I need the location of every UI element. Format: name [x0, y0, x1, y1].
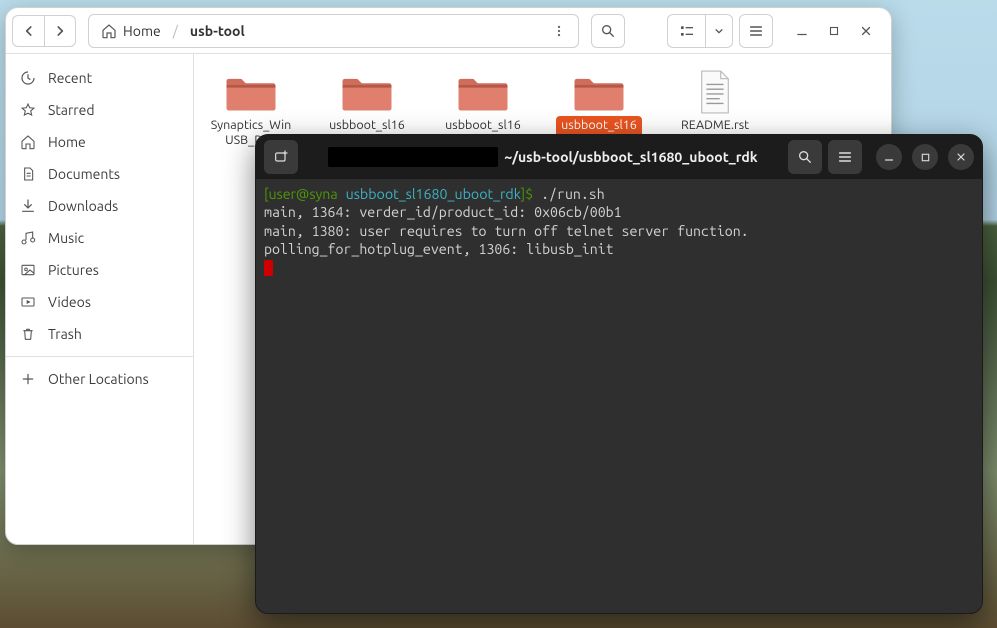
close-icon	[859, 24, 873, 38]
search-button[interactable]	[591, 14, 625, 48]
sidebar-item-label: Music	[48, 230, 84, 246]
folder-icon	[447, 70, 519, 114]
minimize-icon	[795, 24, 809, 38]
chevron-down-icon	[714, 26, 724, 36]
close-icon	[955, 151, 967, 163]
sidebar-item-music[interactable]: Music	[6, 222, 193, 254]
starred-icon	[20, 102, 36, 118]
sidebar: Recent Starred Home Documents Downloads Music…	[6, 54, 194, 544]
sidebar-item-starred[interactable]: Starred	[6, 94, 193, 126]
breadcrumb-current-label: usb-tool	[190, 23, 245, 39]
item-label: README.rst	[672, 116, 758, 135]
sidebar-item-videos[interactable]: Videos	[6, 286, 193, 318]
path-menu-button[interactable]	[546, 18, 572, 44]
minimize-button[interactable]	[793, 22, 811, 40]
sidebar-item-label: Videos	[48, 294, 91, 310]
breadcrumb-home[interactable]: Home	[91, 19, 171, 43]
chevron-left-icon	[22, 24, 36, 38]
terminal-maximize-button[interactable]	[912, 144, 938, 170]
breadcrumb-current[interactable]: usb-tool	[180, 19, 255, 43]
nav-group	[12, 15, 76, 47]
list-icon	[679, 23, 695, 39]
folder-icon	[563, 70, 635, 114]
folder-icon	[331, 70, 403, 114]
path-bar[interactable]: Home / usb-tool	[88, 14, 579, 48]
other-icon	[20, 371, 36, 387]
documents-icon	[20, 166, 36, 182]
sidebar-separator	[6, 356, 193, 357]
sidebar-item-other[interactable]: Other Locations	[6, 363, 193, 395]
home-icon	[20, 134, 36, 150]
sidebar-item-downloads[interactable]: Downloads	[6, 190, 193, 222]
hamburger-menu-button[interactable]	[739, 14, 773, 48]
sidebar-item-label: Starred	[48, 102, 95, 118]
downloads-icon	[20, 198, 36, 214]
terminal-title: ~/usb-tool/usbboot_sl1680_uboot_rdk	[304, 147, 782, 167]
new-tab-icon	[273, 149, 289, 165]
maximize-icon	[920, 152, 931, 163]
new-tab-button[interactable]	[264, 140, 298, 174]
terminal-title-path: ~/usb-tool/usbboot_sl1680_uboot_rdk	[504, 149, 757, 165]
maximize-icon	[828, 25, 840, 37]
window-controls	[793, 22, 875, 40]
terminal-title-redacted	[328, 147, 498, 167]
sidebar-item-label: Trash	[48, 326, 82, 342]
sidebar-item-documents[interactable]: Documents	[6, 158, 193, 190]
sidebar-item-recent[interactable]: Recent	[6, 62, 193, 94]
terminal-close-button[interactable]	[948, 144, 974, 170]
terminal-window-controls	[876, 144, 974, 170]
close-button[interactable]	[857, 22, 875, 40]
search-icon	[600, 23, 616, 39]
terminal-body[interactable]: [user@syna usbboot_sl1680_uboot_rdk]$ ./…	[256, 179, 982, 613]
sidebar-item-pictures[interactable]: Pictures	[6, 254, 193, 286]
view-dropdown-button[interactable]	[705, 14, 733, 48]
home-icon	[101, 23, 117, 39]
hamburger-icon	[837, 149, 853, 165]
sidebar-item-label: Downloads	[48, 198, 118, 214]
sidebar-item-label: Home	[48, 134, 86, 150]
sidebar-item-label: Recent	[48, 70, 92, 86]
chevron-right-icon	[53, 24, 67, 38]
music-icon	[20, 230, 36, 246]
breadcrumb-home-label: Home	[123, 23, 161, 39]
file-item[interactable]: README.rst	[670, 68, 760, 135]
trash-icon	[20, 326, 36, 342]
terminal-cursor	[264, 260, 273, 276]
text-file-icon	[679, 70, 751, 114]
hamburger-icon	[748, 23, 764, 39]
kebab-icon	[552, 24, 566, 38]
sidebar-item-home[interactable]: Home	[6, 126, 193, 158]
file-manager-titlebar: Home / usb-tool	[6, 8, 891, 54]
terminal-search-button[interactable]	[788, 140, 822, 174]
sidebar-item-label: Documents	[48, 166, 120, 182]
pictures-icon	[20, 262, 36, 278]
view-list-button[interactable]	[667, 14, 705, 48]
sidebar-item-trash[interactable]: Trash	[6, 318, 193, 350]
terminal-minimize-button[interactable]	[876, 144, 902, 170]
minimize-icon	[883, 151, 895, 163]
terminal-titlebar: ~/usb-tool/usbboot_sl1680_uboot_rdk	[256, 135, 982, 179]
view-switcher	[667, 14, 733, 48]
search-icon	[797, 149, 813, 165]
videos-icon	[20, 294, 36, 310]
terminal-menu-button[interactable]	[828, 140, 862, 174]
sidebar-item-label: Other Locations	[48, 371, 149, 387]
breadcrumb-separator: /	[171, 23, 180, 39]
forward-button[interactable]	[44, 15, 76, 47]
terminal-window: ~/usb-tool/usbboot_sl1680_uboot_rdk [use…	[255, 134, 983, 614]
sidebar-item-label: Pictures	[48, 262, 99, 278]
recent-icon	[20, 70, 36, 86]
back-button[interactable]	[12, 15, 44, 47]
folder-icon	[215, 70, 287, 114]
maximize-button[interactable]	[825, 22, 843, 40]
